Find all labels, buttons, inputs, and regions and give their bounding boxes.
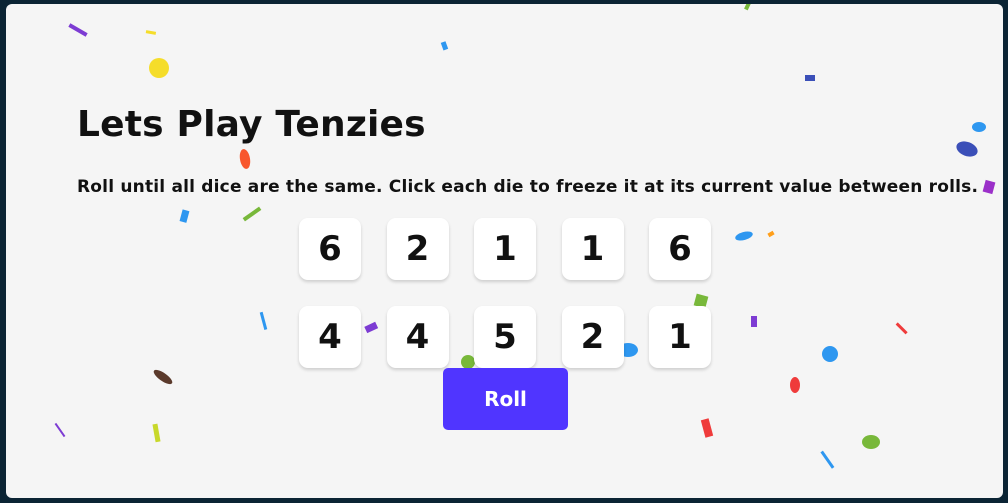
confetti-piece bbox=[767, 230, 775, 238]
confetti-piece bbox=[744, 4, 752, 11]
confetti-piece bbox=[145, 30, 157, 35]
confetti-piece bbox=[440, 41, 449, 51]
confetti-piece bbox=[242, 206, 262, 222]
die[interactable]: 2 bbox=[386, 218, 449, 280]
die[interactable]: 6 bbox=[649, 218, 711, 280]
confetti-piece bbox=[259, 311, 268, 330]
confetti-piece bbox=[820, 450, 835, 469]
confetti-piece bbox=[54, 422, 66, 438]
confetti-piece bbox=[822, 346, 838, 362]
confetti-piece bbox=[735, 231, 753, 241]
die[interactable]: 1 bbox=[649, 306, 711, 368]
confetti-piece bbox=[152, 423, 161, 443]
confetti-piece bbox=[982, 179, 996, 195]
confetti-piece bbox=[239, 149, 251, 169]
game-board: Lets Play Tenzies Roll until all dice ar… bbox=[6, 4, 1003, 498]
confetti-piece bbox=[956, 141, 978, 157]
die[interactable]: 4 bbox=[386, 306, 449, 368]
confetti-piece bbox=[68, 23, 88, 37]
confetti-piece bbox=[790, 377, 800, 393]
confetti-piece bbox=[751, 316, 757, 327]
roll-button[interactable]: Roll bbox=[443, 368, 568, 430]
confetti-piece bbox=[972, 122, 986, 132]
confetti-piece bbox=[895, 322, 908, 335]
die[interactable]: 1 bbox=[474, 218, 536, 280]
die[interactable]: 4 bbox=[299, 306, 361, 368]
confetti-piece bbox=[805, 75, 815, 81]
confetti-piece bbox=[700, 418, 714, 438]
die[interactable]: 2 bbox=[561, 306, 624, 368]
die[interactable]: 1 bbox=[561, 218, 624, 280]
confetti-piece bbox=[179, 209, 190, 223]
confetti-piece bbox=[153, 369, 173, 385]
dice-grid: 6 2 1 1 6 4 4 5 2 1 bbox=[299, 218, 711, 368]
confetti-piece bbox=[149, 58, 169, 78]
page-title: Lets Play Tenzies bbox=[77, 104, 426, 145]
die[interactable]: 6 bbox=[299, 218, 361, 280]
confetti-piece bbox=[862, 435, 880, 449]
game-instructions: Roll until all dice are the same. Click … bbox=[77, 177, 979, 197]
die[interactable]: 5 bbox=[474, 306, 536, 368]
